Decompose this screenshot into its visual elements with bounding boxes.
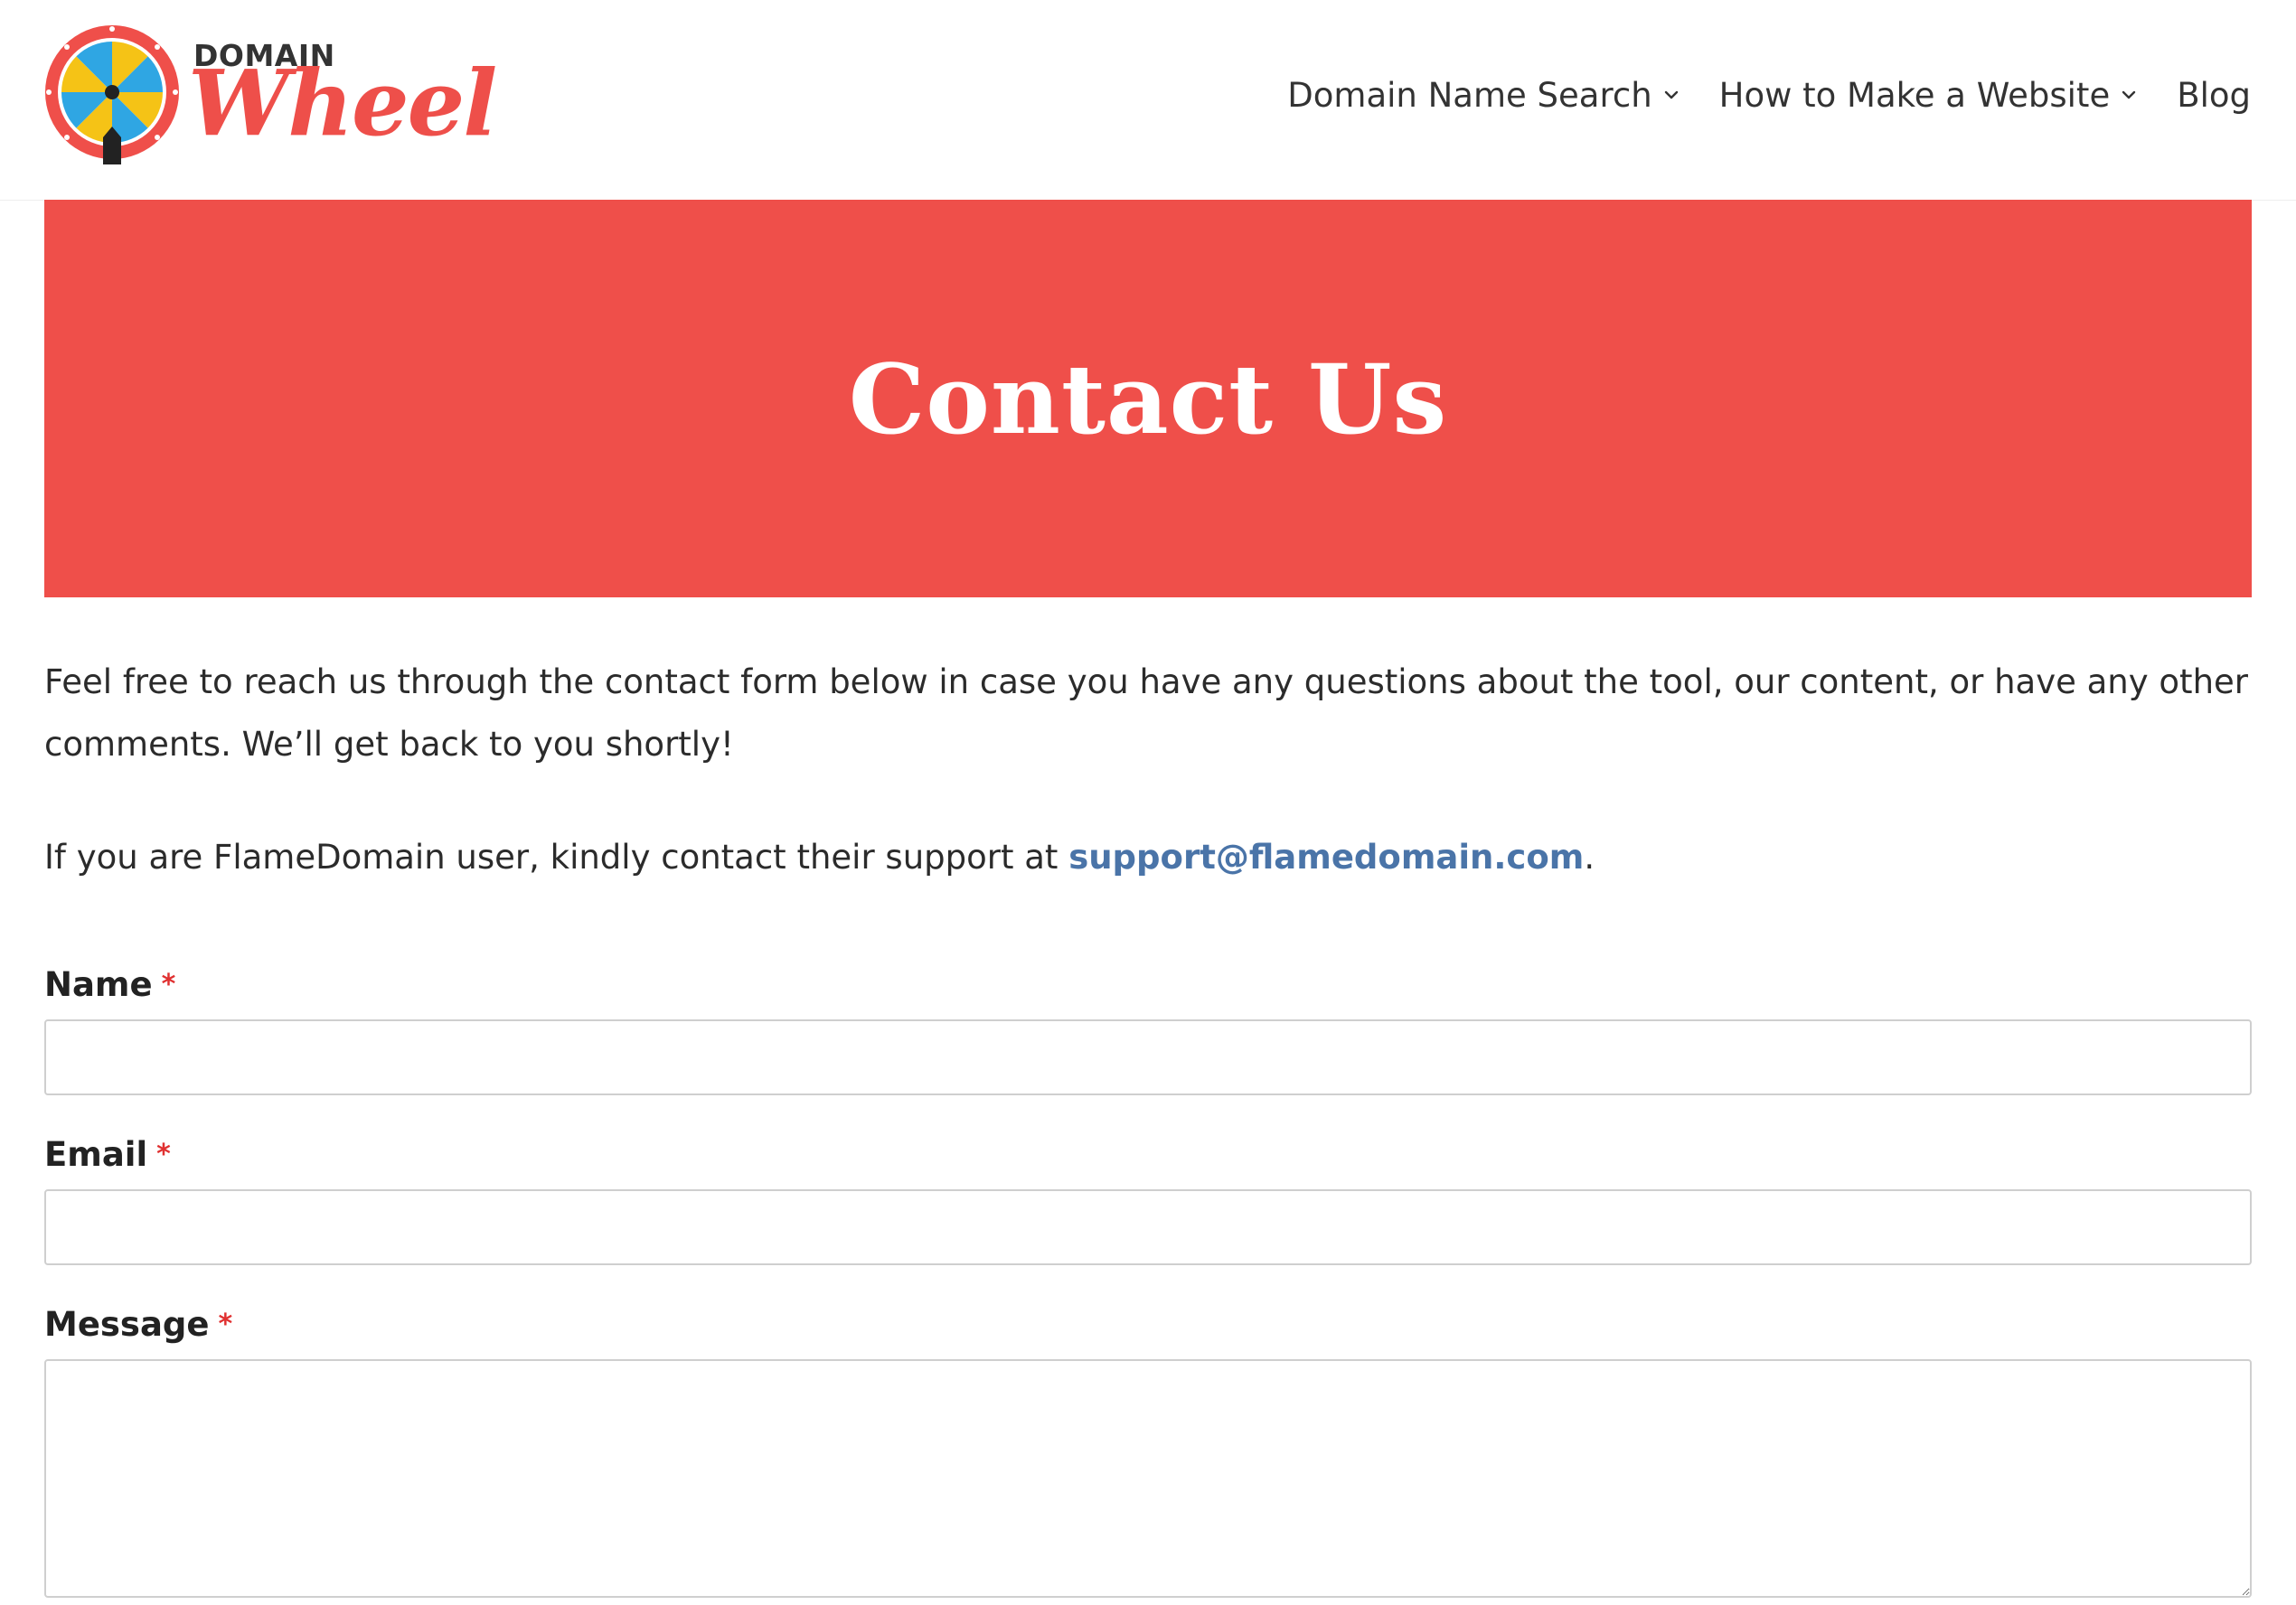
message-field-group: Message * bbox=[44, 1298, 2252, 1598]
email-label: Email * bbox=[44, 1128, 2252, 1182]
required-asterisk: * bbox=[161, 969, 176, 1000]
nav-item-label: How to Make a Website bbox=[1718, 75, 2111, 115]
message-label: Message * bbox=[44, 1298, 2252, 1352]
support-prefix-text: If you are FlameDomain user, kindly cont… bbox=[44, 838, 1069, 877]
name-label-text: Name bbox=[44, 965, 153, 1004]
email-label-text: Email bbox=[44, 1135, 148, 1174]
nav-item-label: Blog bbox=[2177, 75, 2251, 115]
required-asterisk: * bbox=[218, 1309, 233, 1340]
name-label: Name * bbox=[44, 958, 2252, 1012]
page-content: Feel free to reach us through the contac… bbox=[44, 651, 2252, 888]
support-text: If you are FlameDomain user, kindly cont… bbox=[44, 826, 2252, 888]
nav-item-domain-name-search[interactable]: Domain Name Search bbox=[1287, 76, 1679, 115]
logo-wheel-text: Wheel bbox=[188, 50, 497, 156]
support-suffix-text: . bbox=[1584, 838, 1595, 877]
site-logo[interactable]: DOMAIN Wheel bbox=[43, 23, 497, 168]
support-email-link[interactable]: support@flamedomain.com bbox=[1068, 838, 1584, 877]
message-label-text: Message bbox=[44, 1305, 210, 1344]
name-field-group: Name * bbox=[44, 958, 2252, 1095]
chevron-down-icon bbox=[1664, 90, 1678, 99]
message-textarea[interactable] bbox=[44, 1359, 2252, 1598]
page-title: Contact Us bbox=[848, 342, 1448, 455]
email-field-group: Email * bbox=[44, 1128, 2252, 1265]
required-asterisk: * bbox=[156, 1139, 171, 1170]
email-input[interactable] bbox=[44, 1189, 2252, 1265]
intro-text: Feel free to reach us through the contac… bbox=[44, 662, 2248, 764]
hero-banner: Contact Us bbox=[44, 200, 2252, 597]
nav-item-blog[interactable]: Blog bbox=[2177, 76, 2251, 115]
chevron-down-icon bbox=[2122, 90, 2136, 99]
contact-form: Name * Email * Message * bbox=[44, 958, 2252, 1598]
wheel-logo-icon bbox=[45, 25, 179, 164]
name-input[interactable] bbox=[44, 1019, 2252, 1095]
nav-item-how-to-make-a-website[interactable]: How to Make a Website bbox=[1719, 76, 2138, 115]
site-header: DOMAIN Wheel Domain Name Search How to M… bbox=[0, 0, 2296, 201]
nav-item-label: Domain Name Search bbox=[1287, 75, 1652, 115]
main-nav: Domain Name Search How to Make a Website… bbox=[1287, 68, 2251, 122]
